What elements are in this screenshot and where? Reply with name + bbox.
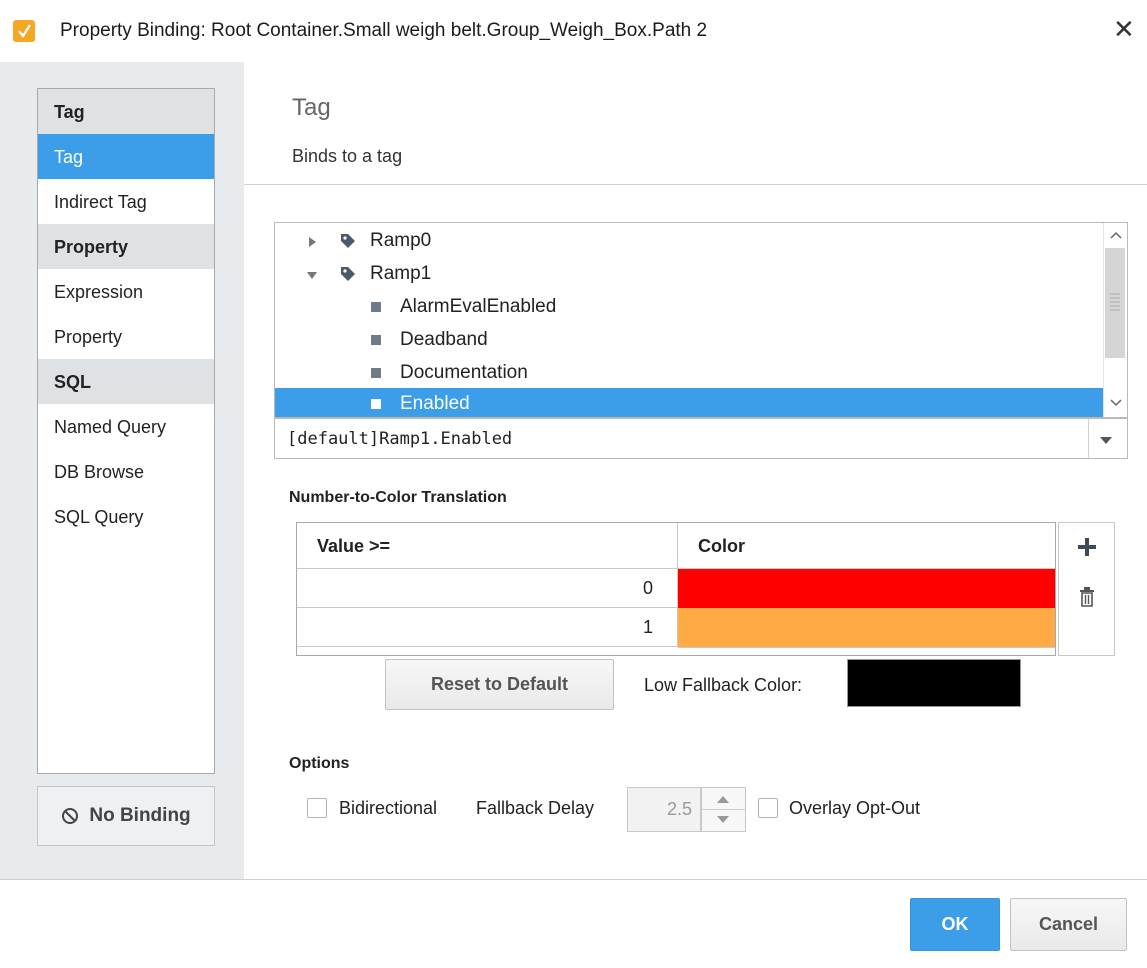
column-header-value[interactable]: Value >= [297,523,678,569]
threshold-value-cell[interactable]: 1 [297,608,678,647]
color-translation-table: Value >= Color 0 1 [296,522,1056,656]
tag-folder-icon [341,267,355,281]
no-binding-label: No Binding [89,805,191,826]
tree-row-label: Ramp1 [370,263,432,284]
binding-item-sql-query[interactable]: SQL Query [38,494,214,539]
tree-row-enabled[interactable]: Enabled [275,388,1103,417]
expand-arrow-icon[interactable] [309,237,316,247]
binding-description: Binds to a tag [292,146,403,166]
color-translation-label: Number-to-Color Translation [289,489,507,506]
tree-row-label: Documentation [400,362,528,383]
binding-title: Tag [292,94,331,121]
binding-item-db-browse[interactable]: DB Browse [38,449,214,494]
binding-type-list: Tag Tag Indirect Tag Property Expression… [37,88,215,774]
fallback-delay-label: Fallback Delay [476,798,595,818]
fallback-delay-input[interactable]: 2.5 [627,787,701,832]
dropdown-divider [1088,419,1089,458]
tree-row-label: Ramp0 [370,230,432,251]
reset-to-default-button[interactable]: Reset to Default [385,659,614,710]
delete-row-icon[interactable] [1079,587,1095,607]
overlay-opt-out-checkbox[interactable] [758,798,778,818]
tree-row-ramp0[interactable]: Ramp0 [275,225,1103,258]
group-header-sql: SQL [38,359,214,404]
prohibit-icon [62,808,79,824]
property-leaf-icon [371,302,381,312]
property-leaf-icon [371,368,381,378]
footer-divider [0,879,1147,880]
chevron-down-icon[interactable] [1100,437,1112,444]
group-header-tag: Tag [38,89,214,134]
tree-row-label: Deadband [400,329,488,350]
binding-item-expression[interactable]: Expression [38,269,214,314]
tree-row-ramp1[interactable]: Ramp1 [275,258,1103,291]
threshold-color-swatch[interactable] [678,608,1055,648]
threshold-value-cell[interactable]: 0 [297,569,678,608]
bidirectional-label: Bidirectional [339,798,438,818]
fallback-delay-spinner[interactable] [701,787,746,832]
tree-row-deadband[interactable]: Deadband [275,324,1103,357]
increment-arrow-icon[interactable] [716,795,730,804]
bidirectional-checkbox[interactable] [307,798,327,818]
binding-item-tag[interactable]: Tag [38,134,214,179]
options-label: Options [289,755,350,772]
tree-row-label: AlarmEvalEnabled [400,296,557,317]
ignition-binding-icon [13,20,35,42]
overlay-opt-out-label: Overlay Opt-Out [789,798,921,818]
table-actions-panel [1058,522,1115,656]
threshold-color-swatch[interactable] [678,569,1055,609]
add-row-icon[interactable] [1077,537,1097,557]
property-leaf-icon [371,399,381,409]
binding-item-property[interactable]: Property [38,314,214,359]
low-fallback-color-label: Low Fallback Color: [644,675,803,695]
tree-row-alarmevalenabled[interactable]: AlarmEvalEnabled [275,291,1103,324]
cancel-button[interactable]: Cancel [1010,898,1127,951]
title-bar: Property Binding: Root Container.Small w… [0,0,1147,62]
property-leaf-icon [371,335,381,345]
column-header-color[interactable]: Color [678,523,1055,569]
group-header-property: Property [38,224,214,269]
binding-item-named-query[interactable]: Named Query [38,404,214,449]
grip-icon [1110,293,1120,311]
decrement-arrow-icon[interactable] [716,815,730,824]
tag-browser-tree[interactable]: Ramp0 Ramp1 AlarmEvalEnabled Deadband Do… [274,222,1128,418]
header-divider [244,184,1147,185]
scroll-down-icon[interactable] [1110,399,1122,407]
scrollbar-thumb[interactable] [1105,248,1125,358]
window-title: Property Binding: Root Container.Small w… [60,20,708,41]
scroll-up-icon[interactable] [1110,231,1122,239]
tree-row-documentation[interactable]: Documentation [275,357,1103,390]
tag-path-field[interactable]: [default]Ramp1.Enabled [274,418,1128,459]
ok-button[interactable]: OK [910,898,1000,951]
close-icon[interactable]: ✕ [1113,14,1135,45]
no-binding-button[interactable]: No Binding [37,786,215,846]
spinner-divider [702,809,745,810]
tag-folder-icon [341,234,355,248]
low-fallback-color-swatch[interactable] [847,659,1021,707]
tree-row-label: Enabled [400,393,470,414]
collapse-arrow-icon[interactable] [307,272,317,279]
binding-item-indirect-tag[interactable]: Indirect Tag [38,179,214,224]
